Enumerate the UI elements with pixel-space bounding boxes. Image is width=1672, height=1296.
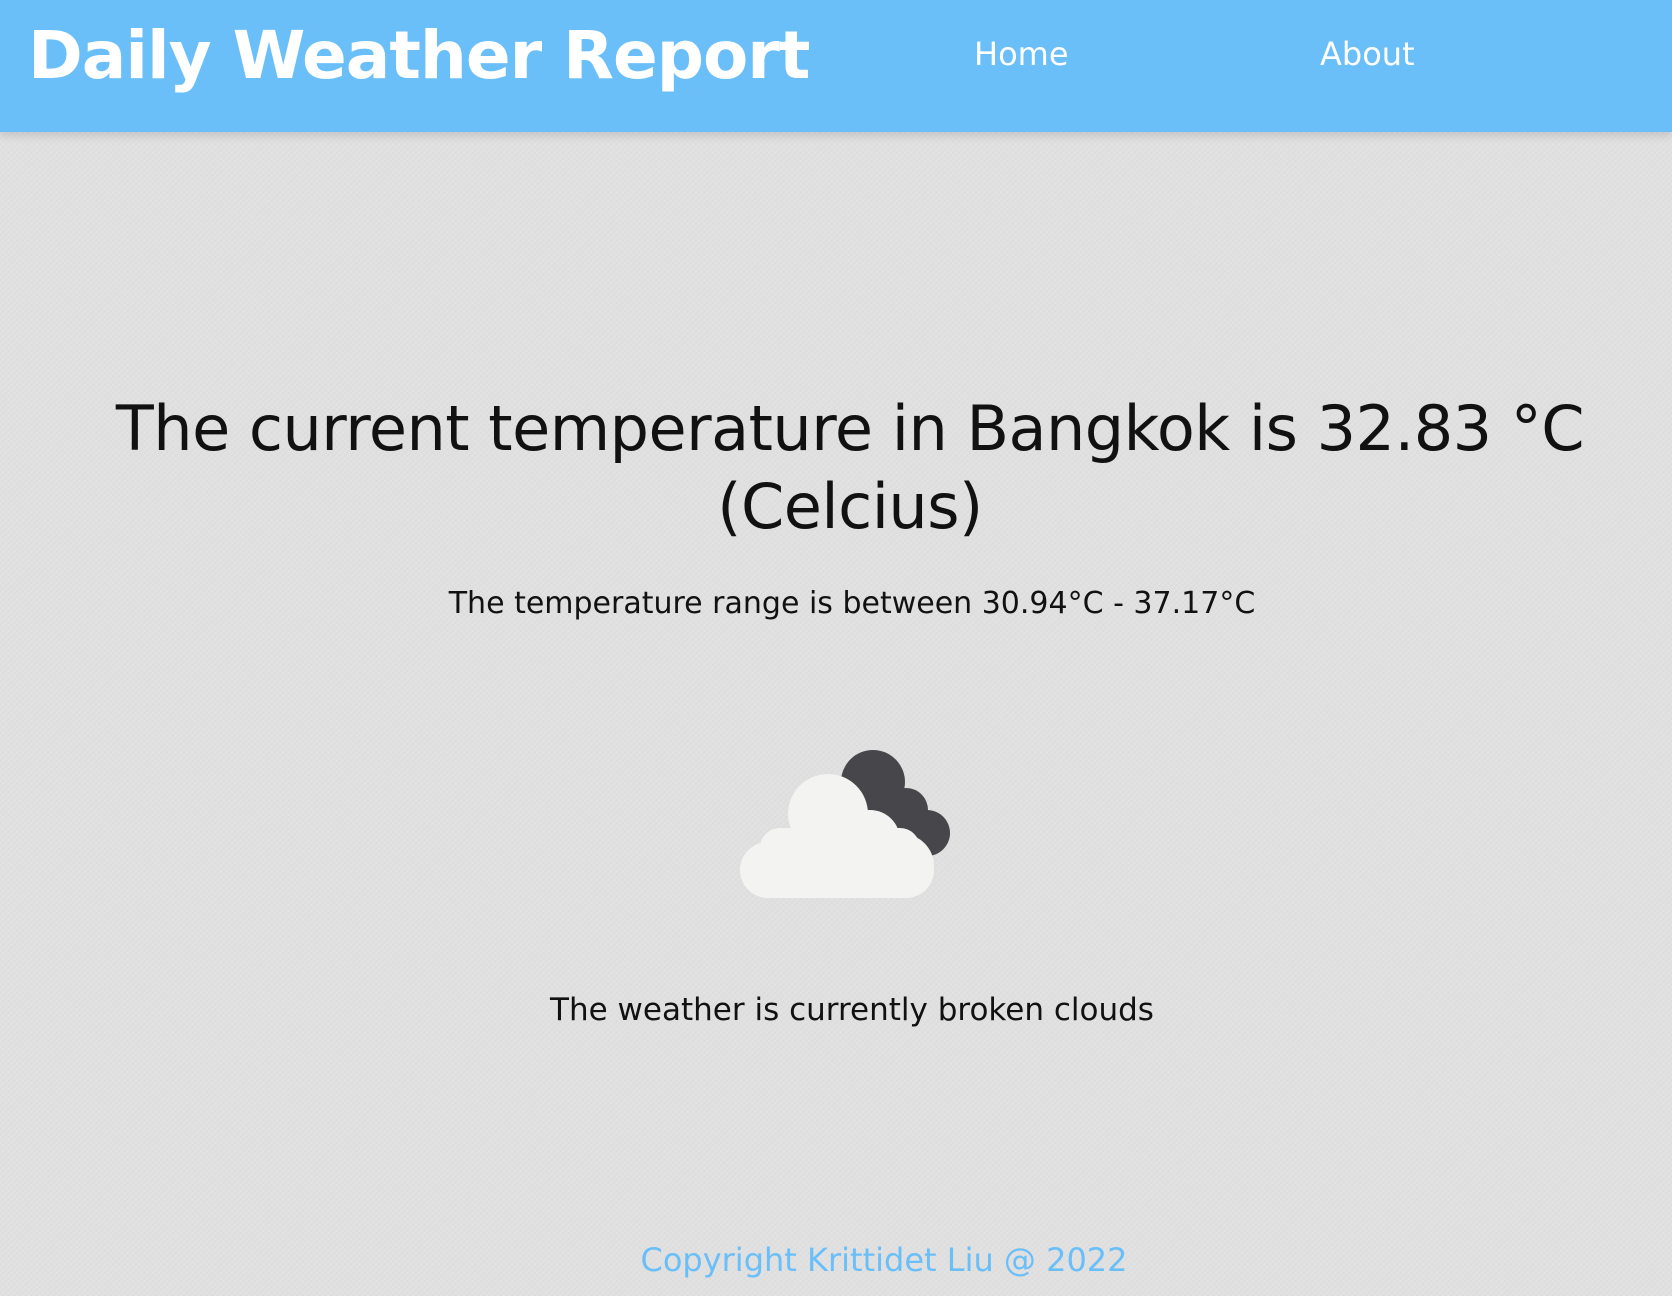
nav-link-home[interactable]: Home <box>974 32 1069 76</box>
footer-copyright: Copyright Krittidet Liu @ 2022 <box>640 1241 1128 1279</box>
nav-link-about[interactable]: About <box>1320 32 1415 76</box>
site-brand[interactable]: Daily Weather Report <box>28 14 810 98</box>
broken-clouds-icon <box>740 748 970 898</box>
temperature-range-text: The temperature range is between 30.94°C… <box>448 586 1256 621</box>
weather-description-text: The weather is currently broken clouds <box>550 992 1154 1028</box>
current-temperature-heading: The current temperature in Bangkok is 32… <box>115 392 1585 543</box>
navbar: Daily Weather Report Home About <box>0 0 1672 132</box>
